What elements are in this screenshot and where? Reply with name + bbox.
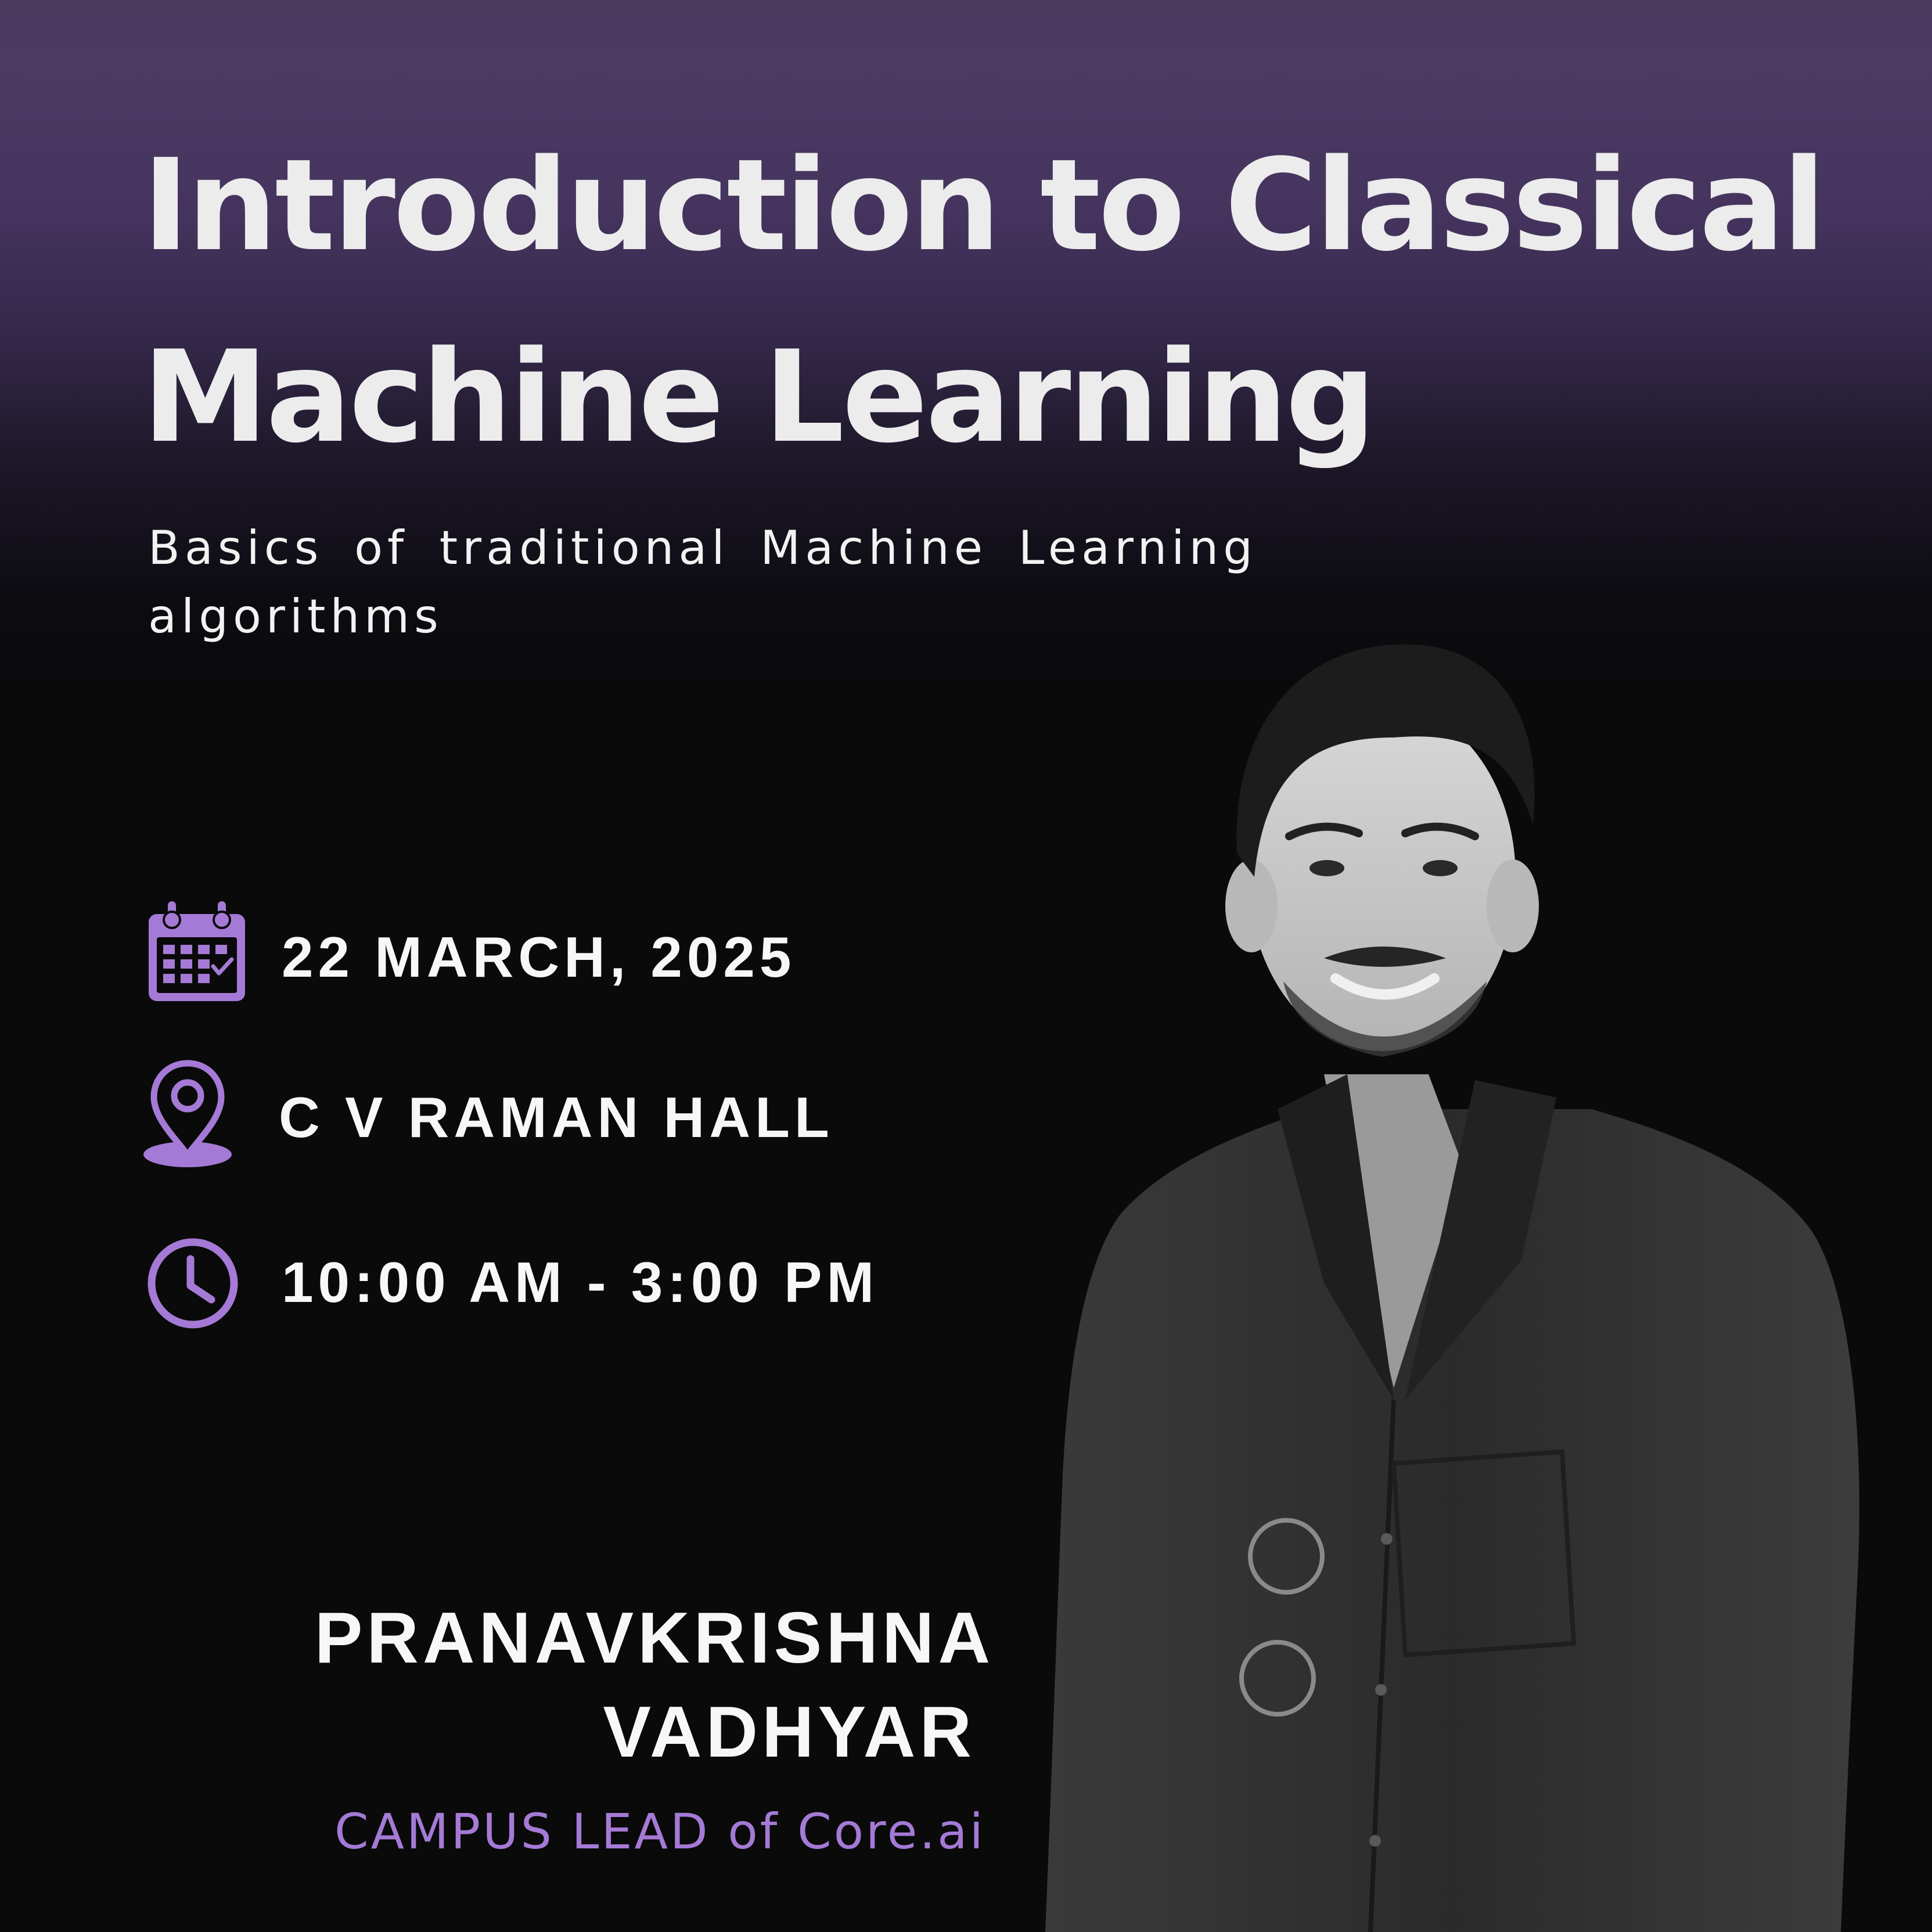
event-poster: Introduction to Classical Machine Learni… bbox=[0, 0, 1932, 1932]
speaker-name-line-1: PRANAVKRISHNA bbox=[314, 1598, 994, 1678]
title-line-1: Introduction to Classical bbox=[142, 132, 1826, 279]
event-time: 10:00 AM - 3:00 PM bbox=[282, 1250, 879, 1314]
speaker-photo bbox=[1045, 644, 1859, 1932]
calendar-icon bbox=[149, 901, 245, 1001]
event-date: 22 MARCH, 2025 bbox=[282, 925, 796, 989]
event-subtitle: Basics of traditional Machine Learning a… bbox=[148, 521, 1257, 643]
speaker-name-line-2: VADHYAR bbox=[603, 1692, 976, 1772]
event-venue: C V RAMAN HALL bbox=[279, 1085, 834, 1149]
speaker-name: PRANAVKRISHNA VADHYAR bbox=[315, 1591, 994, 1779]
title-line-2: Machine Learning bbox=[142, 324, 1376, 471]
location-pin-icon bbox=[143, 1060, 232, 1167]
clock-icon bbox=[147, 1238, 238, 1329]
speaker-role: CAMPUS LEAD of Core.ai bbox=[334, 1803, 985, 1860]
event-title: Introduction to Classical Machine Learni… bbox=[142, 110, 1884, 494]
